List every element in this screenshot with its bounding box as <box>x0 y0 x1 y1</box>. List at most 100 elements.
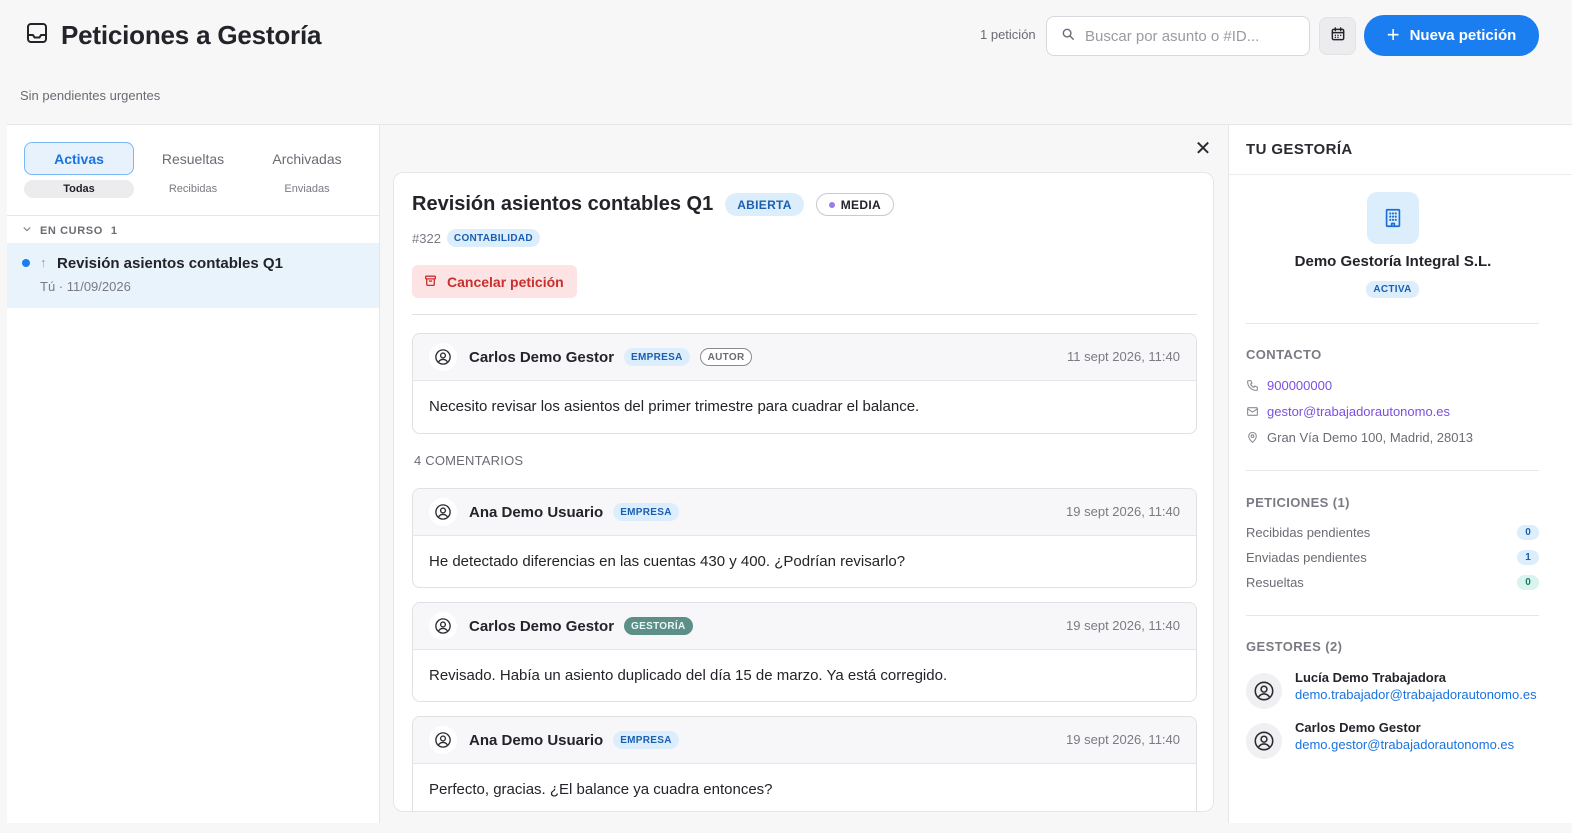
author-badge: AUTOR <box>699 348 753 366</box>
tab-resueltas[interactable]: Resueltas <box>138 142 248 175</box>
comment-body: Perfecto, gracias. ¿El balance ya cuadra… <box>429 781 773 798</box>
subtab-enviadas[interactable]: Enviadas <box>252 180 362 198</box>
tab-archivadas[interactable]: Archivadas <box>252 142 362 175</box>
phone-link[interactable]: 900000000 <box>1267 378 1332 393</box>
address-text: Gran Vía Demo 100, Madrid, 28013 <box>1267 430 1473 445</box>
list-item[interactable]: ↑ Revisión asientos contables Q1 Tú · 11… <box>7 243 379 308</box>
requests-section-title: PETICIONES (1) <box>1246 495 1350 510</box>
user-avatar-icon <box>429 343 457 371</box>
status-badge: ABIERTA <box>725 193 804 216</box>
tab-activas[interactable]: Activas <box>24 142 134 175</box>
stat-count-badge: 0 <box>1517 525 1539 540</box>
request-list-panel: Activas Resueltas Archivadas Todas Recib… <box>7 124 380 823</box>
comment-header: Ana Demo Usuario EMPRESA 19 sept 2026, 1… <box>413 489 1196 536</box>
comment-date: 19 sept 2026, 11:40 <box>1066 504 1180 519</box>
user-avatar-icon <box>429 726 457 754</box>
request-count: 1 petición <box>980 27 1036 42</box>
stat-sent-pending: Enviadas pendientes 1 <box>1246 550 1539 565</box>
mail-icon <box>1246 405 1259 418</box>
building-icon <box>1367 192 1419 244</box>
manager-email[interactable]: demo.trabajador@trabajadorautonomo.es <box>1295 687 1538 702</box>
detail-title: Revisión asientos contables Q1 <box>412 193 714 215</box>
comment-date: 11 sept 2026, 11:40 <box>1066 349 1180 364</box>
comments-count: 4 COMENTARIOS <box>414 453 524 468</box>
cancel-request-button[interactable]: Cancelar petición <box>412 265 577 298</box>
comment-header: Carlos Demo Gestor GESTORÍA 19 sept 2026… <box>413 603 1196 650</box>
comment-author: Ana Demo Usuario <box>469 731 604 749</box>
stat-label: Resueltas <box>1246 575 1304 590</box>
contact-email[interactable]: gestor@trabajadorautonomo.es <box>1246 404 1450 419</box>
search-icon <box>1061 27 1075 46</box>
map-pin-icon <box>1246 431 1259 444</box>
plus-icon: + <box>1386 21 1400 47</box>
manager-info: Lucía Demo Trabajadora demo.trabajador@t… <box>1295 670 1538 702</box>
detail-header: Revisión asientos contables Q1 ABIERTA M… <box>412 193 894 216</box>
panel-title: TU GESTORÍA <box>1246 141 1353 158</box>
divider <box>412 314 1197 315</box>
divider <box>7 215 379 216</box>
comment-author: Carlos Demo Gestor <box>469 348 615 366</box>
phone-icon <box>1246 379 1259 392</box>
request-id: #322 <box>412 230 441 246</box>
gestoria-info-panel: TU GESTORÍA Demo Gestoría Integral S.L. … <box>1228 124 1572 823</box>
priority-badge: MEDIA <box>815 193 894 216</box>
stat-received-pending: Recibidas pendientes 0 <box>1246 525 1539 540</box>
close-icon[interactable]: ✕ <box>1193 139 1213 159</box>
manager-email[interactable]: demo.gestor@trabajadorautonomo.es <box>1295 737 1538 752</box>
group-label: EN CURSO <box>40 224 103 237</box>
priority-dot <box>828 201 835 208</box>
comment-author: Carlos Demo Gestor <box>469 617 615 635</box>
new-request-label: Nueva petición <box>1409 27 1517 44</box>
role-badge: EMPRESA <box>613 503 679 521</box>
user-avatar-icon <box>429 612 457 640</box>
stat-resolved: Resueltas 0 <box>1246 575 1539 590</box>
inbox-icon <box>25 21 49 50</box>
email-link[interactable]: gestor@trabajadorautonomo.es <box>1267 404 1450 419</box>
stat-count-badge: 1 <box>1517 550 1539 565</box>
cancel-request-label: Cancelar petición <box>447 273 564 290</box>
comment-header: Ana Demo Usuario EMPRESA 19 sept 2026, 1… <box>413 717 1196 764</box>
title-wrap: Peticiones a Gestoría <box>25 20 321 51</box>
unread-dot <box>22 259 30 267</box>
category-badge: CONTABILIDAD <box>446 229 540 247</box>
stat-label: Recibidas pendientes <box>1246 525 1371 540</box>
page-subtitle: Sin pendientes urgentes <box>20 88 161 103</box>
request-detail-panel: ✕ Revisión asientos contables Q1 ABIERTA… <box>380 124 1228 823</box>
divider <box>1246 470 1539 471</box>
search-box[interactable] <box>1046 16 1310 56</box>
page-header: Peticiones a Gestoría Sin pendientes urg… <box>0 0 1572 124</box>
comment-body: Revisado. Había un asiento duplicado del… <box>429 667 948 684</box>
managers-section-title: GESTORES (2) <box>1246 639 1343 654</box>
comment-date: 19 sept 2026, 11:40 <box>1066 618 1180 633</box>
manager-name: Carlos Demo Gestor <box>1295 720 1421 735</box>
org-name: Demo Gestoría Integral S.L. <box>1294 253 1492 270</box>
subtab-recibidas[interactable]: Recibidas <box>138 180 248 198</box>
contact-phone[interactable]: 900000000 <box>1246 378 1332 393</box>
calendar-button[interactable] <box>1319 17 1356 55</box>
divider <box>1246 323 1539 324</box>
comment-body: He detectado diferencias en las cuentas … <box>429 553 906 570</box>
list-item-title: Revisión asientos contables Q1 <box>57 255 283 272</box>
list-item-meta: Tú · 11/09/2026 <box>40 279 131 294</box>
stat-count-badge: 0 <box>1517 575 1539 590</box>
calendar-icon <box>1330 26 1346 47</box>
comment-date: 19 sept 2026, 11:40 <box>1066 732 1180 747</box>
priority-label: MEDIA <box>840 197 881 212</box>
stat-label: Enviadas pendientes <box>1246 550 1367 565</box>
detail-meta: #322 CONTABILIDAD <box>412 229 540 247</box>
org-status-badge: ACTIVA <box>1366 281 1419 298</box>
comment-item: Carlos Demo Gestor GESTORÍA 19 sept 2026… <box>412 602 1197 702</box>
new-request-button[interactable]: + Nueva petición <box>1364 15 1539 56</box>
search-input[interactable] <box>1085 27 1295 45</box>
user-avatar-icon <box>1246 673 1282 709</box>
status-tabs: Activas Resueltas Archivadas <box>24 142 366 175</box>
arrow-up-icon: ↑ <box>40 255 47 270</box>
direction-tabs: Todas Recibidas Enviadas <box>24 180 366 198</box>
subtab-todas[interactable]: Todas <box>24 180 134 198</box>
manager-name: Lucía Demo Trabajadora <box>1295 670 1446 685</box>
group-header-en-curso[interactable]: EN CURSO 1 <box>22 224 118 237</box>
page-title: Peticiones a Gestoría <box>61 20 322 50</box>
comment-author: Ana Demo Usuario <box>469 503 604 521</box>
role-badge: GESTORÍA <box>624 617 693 635</box>
comment-item: Ana Demo Usuario EMPRESA 19 sept 2026, 1… <box>412 488 1197 588</box>
